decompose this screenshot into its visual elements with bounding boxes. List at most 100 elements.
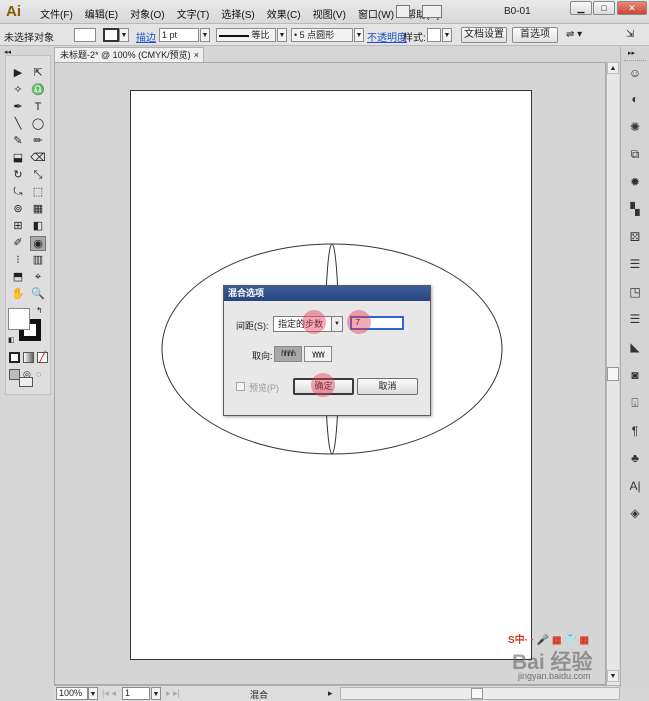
default-colors-icon[interactable]: ◧ — [8, 336, 15, 344]
menu-object[interactable]: 对象(O) — [124, 6, 170, 21]
close-button[interactable]: ✕ — [617, 1, 647, 15]
bridge-icon[interactable] — [396, 5, 410, 18]
vertical-scrollbar[interactable]: ▲ ▼ — [606, 62, 619, 685]
pathfinder-icon[interactable]: ◳ — [625, 284, 645, 300]
hand-tool-icon[interactable]: ✋ — [10, 287, 26, 302]
gradient-panel-icon[interactable]: ◣ — [625, 339, 645, 355]
arrange-documents-icon[interactable] — [422, 5, 442, 18]
workspace-switcher[interactable]: B0-01 — [504, 6, 531, 17]
mesh-tool-icon[interactable]: ⊞ — [10, 219, 26, 234]
menu-edit[interactable]: 编辑(E) — [79, 6, 124, 21]
brush-dropdown[interactable]: ▼ — [354, 28, 364, 42]
pencil-tool-icon[interactable]: ✏ — [30, 134, 46, 149]
paragraph-icon[interactable]: ¶ — [625, 423, 645, 439]
eyedropper-tool-icon[interactable]: ✐ — [10, 236, 26, 251]
ellipse-tool-icon[interactable]: ◯ — [30, 117, 46, 132]
selection-tool-icon[interactable]: ▶ — [10, 66, 26, 81]
menu-select[interactable]: 选择(S) — [215, 6, 260, 21]
warp-tool-icon[interactable]: ⤿ — [10, 185, 26, 200]
symbols-icon[interactable]: ✹ — [625, 174, 645, 190]
gradient-tool-icon[interactable]: ◧ — [30, 219, 46, 234]
align-to-page-button[interactable]: ɦɦɦɦ — [274, 346, 302, 362]
blob-brush-tool-icon[interactable]: ⬓ — [10, 151, 26, 166]
arrange-icon[interactable]: ⇌ ▾ — [566, 29, 582, 40]
horizontal-scrollbar[interactable] — [340, 687, 620, 700]
screen-mode-icon[interactable] — [19, 377, 33, 387]
brush-select[interactable]: • 5 点圆形 — [291, 28, 353, 42]
last-artboard-icon[interactable]: ▸ ▸| — [166, 688, 180, 699]
fill-color-box[interactable] — [8, 308, 30, 330]
menu-effect[interactable]: 效果(C) — [261, 6, 307, 21]
zoom-tool-icon[interactable]: 🔍 — [30, 287, 46, 302]
symbol-sprayer-tool-icon[interactable]: ⁝ — [10, 253, 26, 268]
status-menu-icon[interactable]: ▸ — [328, 688, 333, 699]
artboard-tool-icon[interactable]: ⬒ — [10, 270, 26, 285]
direct-selection-tool-icon[interactable]: ⇱ — [30, 66, 46, 81]
color-panel-icon[interactable]: ◐ — [625, 91, 645, 107]
lasso-tool-icon[interactable]: ♎ — [30, 83, 46, 98]
fill-swatch[interactable] — [74, 28, 96, 42]
menu-view[interactable]: 视图(V) — [307, 6, 352, 21]
swap-fill-stroke-icon[interactable]: ↰ — [36, 306, 43, 315]
color-mode-icon[interactable] — [9, 352, 20, 363]
shape-builder-tool-icon[interactable]: ⊚ — [10, 202, 26, 217]
column-graph-tool-icon[interactable]: ▥ — [30, 253, 46, 268]
line-tool-icon[interactable]: ╲ — [10, 117, 26, 132]
style-dropdown[interactable]: ▼ — [442, 28, 452, 42]
perspective-grid-tool-icon[interactable]: ▦ — [30, 202, 46, 217]
align-to-path-button[interactable]: ɣɣɣɣ — [304, 346, 332, 362]
swatches-icon[interactable]: ⧉ — [625, 146, 645, 162]
pen-tool-icon[interactable]: ✒ — [10, 100, 26, 115]
expand-panels-icon[interactable]: ▸▸ — [628, 49, 635, 57]
stroke-dropdown[interactable]: ▼ — [119, 28, 129, 42]
slice-tool-icon[interactable]: ⌖ — [30, 270, 46, 285]
info-icon[interactable]: ⍗ — [625, 395, 645, 411]
gradient-mode-icon[interactable] — [23, 352, 34, 363]
scroll-down-icon[interactable]: ▼ — [607, 670, 619, 682]
stroke-weight-dropdown[interactable]: ▼ — [200, 28, 210, 42]
color-guide-icon[interactable]: ☺ — [625, 65, 645, 81]
zoom-field[interactable]: 100% — [56, 687, 88, 700]
zoom-dropdown[interactable]: ▼ — [88, 687, 98, 700]
free-transform-tool-icon[interactable]: ⬚ — [30, 185, 46, 200]
artboard-dropdown[interactable]: ▼ — [151, 687, 161, 700]
brushes-icon[interactable]: ✺ — [625, 119, 645, 135]
steps-input[interactable]: 7 — [350, 316, 404, 330]
menu-file[interactable]: 文件(F) — [34, 6, 79, 21]
minimize-button[interactable]: ▁ — [570, 1, 592, 15]
stroke-panel-icon[interactable]: ☰ — [625, 311, 645, 327]
eraser-tool-icon[interactable]: ⌫ — [30, 151, 46, 166]
chevron-down-icon[interactable]: ▼ — [331, 316, 343, 332]
menu-type[interactable]: 文字(T) — [171, 6, 216, 21]
scroll-up-icon[interactable]: ▲ — [607, 62, 619, 74]
style-swatch[interactable] — [427, 28, 441, 42]
stroke-swatch[interactable] — [103, 28, 119, 42]
menu-window[interactable]: 窗口(W) — [352, 6, 400, 21]
opacity-link[interactable]: 不透明度 — [367, 29, 407, 44]
rotate-tool-icon[interactable]: ↻ — [10, 168, 26, 183]
layers-icon[interactable]: ◈ — [625, 505, 645, 521]
stroke-weight-input[interactable]: 1 pt — [159, 28, 199, 42]
paintbrush-tool-icon[interactable]: ✎ — [10, 134, 26, 149]
transform-icon[interactable]: ⚄ — [625, 229, 645, 245]
none-mode-icon[interactable]: ╱ — [37, 352, 48, 363]
ok-button[interactable]: 确定 — [293, 378, 354, 395]
cancel-button[interactable]: 取消 — [357, 378, 418, 395]
blend-tool-icon[interactable]: ◉ — [30, 236, 46, 251]
horizontal-scroll-thumb[interactable] — [471, 688, 483, 699]
document-setup-button[interactable]: 文档设置 — [461, 27, 507, 43]
preview-checkbox[interactable] — [236, 382, 245, 391]
magic-wand-tool-icon[interactable]: ✧ — [10, 83, 26, 98]
scale-tool-icon[interactable]: ⤡ — [30, 168, 46, 183]
character-styles-icon[interactable]: ♣ — [625, 450, 645, 466]
stroke-profile-select[interactable]: 等比 — [216, 28, 276, 42]
panel-menu-icon[interactable]: ⇲ — [626, 29, 634, 40]
appearance-icon[interactable]: ◙ — [625, 367, 645, 383]
stroke-profile-dropdown[interactable]: ▼ — [277, 28, 287, 42]
vertical-scroll-thumb[interactable] — [607, 367, 619, 381]
stroke-label[interactable]: 描边 — [136, 29, 156, 44]
maximize-button[interactable]: □ — [593, 1, 615, 15]
document-tab-close-icon[interactable]: × — [194, 48, 199, 62]
align-icon[interactable]: ☰ — [625, 256, 645, 272]
first-artboard-icon[interactable]: |◂ ◂ — [102, 688, 116, 699]
